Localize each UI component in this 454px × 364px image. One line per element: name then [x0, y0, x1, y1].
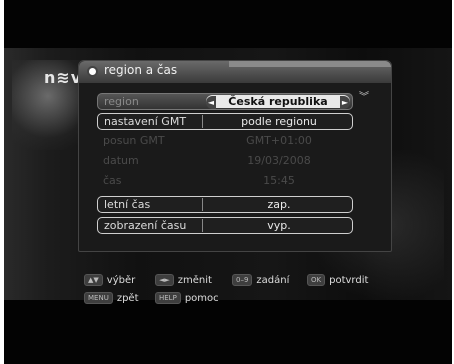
number-key-icon: 0–9 — [232, 274, 253, 286]
row-date-value: 19/03/2008 — [247, 154, 311, 167]
ok-key-icon: OK — [307, 274, 326, 286]
legend-input: 0–9 zadání — [232, 274, 289, 288]
menu-title: region a čas — [104, 63, 178, 77]
row-dst-label: letní čas — [104, 198, 151, 211]
row-time-value: 15:45 — [263, 174, 295, 187]
header-tab-decoration — [229, 61, 391, 67]
row-divider — [202, 198, 203, 211]
legend-confirm-label: potvrdit — [329, 275, 369, 286]
chevron-down-icon: ︾ — [359, 92, 369, 103]
row-date: datum 19/03/2008 — [97, 153, 353, 170]
legend-back-label: zpět — [116, 293, 139, 304]
row-gmt-offset: posun GMT GMT+01:00 — [97, 133, 353, 150]
legend-back: MENU zpět — [84, 292, 139, 306]
left-right-key-icon: ◄► — [155, 274, 174, 286]
row-gmt-offset-value: GMT+01:00 — [246, 134, 312, 147]
row-region[interactable]: region ◄ Česká republika ► — [97, 93, 353, 110]
row-time-display-label: zobrazení času — [104, 219, 187, 232]
channel-logo: n≋v — [44, 68, 83, 87]
legend-input-label: zadání — [256, 275, 290, 286]
help-key-icon: HELP — [155, 292, 181, 304]
arrow-right-icon[interactable]: ► — [340, 96, 350, 109]
row-gmt-offset-label: posun GMT — [103, 134, 165, 147]
legend-help: HELP pomoc — [155, 292, 219, 306]
row-dst[interactable]: letní čas zap. — [97, 196, 353, 213]
row-dst-value: zap. — [267, 198, 291, 211]
legend-help-label: pomoc — [184, 293, 219, 304]
row-date-label: datum — [103, 154, 139, 167]
region-time-menu: region a čas region ◄ Česká republika ► … — [78, 60, 392, 252]
row-gmt-setting[interactable]: nastavení GMT podle regionu — [97, 113, 353, 130]
menu-header: region a čas — [79, 61, 391, 83]
row-time-label: čas — [103, 174, 122, 187]
row-time: čas 15:45 — [97, 173, 353, 190]
legend-change: ◄► změnit — [155, 274, 212, 288]
row-divider — [202, 219, 203, 232]
row-region-label: region — [104, 95, 139, 108]
tv-screen: n≋v region a čas region ◄ Česká republik… — [4, 0, 452, 364]
menu-bullet-icon — [87, 66, 98, 77]
row-time-display-value: vyp. — [267, 219, 291, 232]
up-down-key-icon: ▲▼ — [84, 274, 103, 286]
row-gmt-setting-value: podle regionu — [241, 115, 317, 128]
region-select[interactable]: ◄ Česká republika ► — [206, 95, 350, 109]
row-time-display[interactable]: zobrazení času vyp. — [97, 217, 353, 234]
row-divider — [202, 115, 203, 128]
row-gmt-setting-label: nastavení GMT — [104, 115, 187, 128]
region-value: Česká republika — [228, 95, 328, 108]
legend-select-label: výběr — [106, 275, 136, 286]
legend-select: ▲▼ výběr — [84, 274, 135, 288]
menu-key-icon: MENU — [84, 292, 113, 304]
legend-change-label: změnit — [177, 275, 212, 286]
legend-confirm: OK potvrdit — [307, 274, 368, 288]
arrow-left-icon[interactable]: ◄ — [206, 96, 216, 109]
